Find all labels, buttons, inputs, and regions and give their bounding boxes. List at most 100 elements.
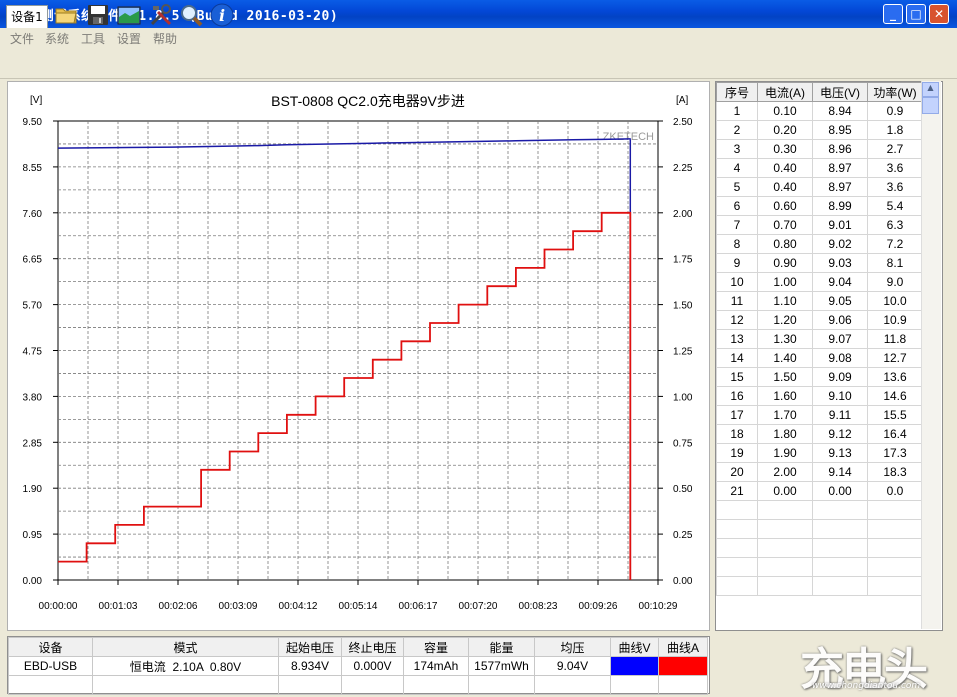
table-row[interactable]: 18 1.80 9.12 16.4 (716, 424, 923, 444)
row-power: 6.3 (867, 215, 923, 235)
y-right-tick-label: 0.50 (673, 484, 693, 495)
scroll-thumb[interactable] (922, 97, 939, 114)
row-voltage: 9.02 (812, 234, 868, 254)
row-current: 1.90 (757, 443, 813, 463)
status-header-row: 设备 模式 起始电压 终止电压 容量 能量 均压 曲线V 曲线A (8, 637, 708, 657)
menu-tools[interactable]: 工具 (81, 30, 105, 47)
folder-icon[interactable] (54, 3, 78, 27)
y-right-tick-label: 1.00 (673, 392, 693, 403)
curve-a-color-swatch[interactable] (658, 656, 708, 676)
row-index: 2 (716, 120, 758, 140)
row-voltage: 8.95 (812, 120, 868, 140)
scroll-up-arrow[interactable]: ▲ (922, 82, 939, 97)
y-left-tick-label: 1.90 (23, 484, 43, 495)
curve-v-color-swatch[interactable] (610, 656, 659, 676)
row-power: 10.9 (867, 310, 923, 330)
x-tick-label: 00:10:29 (639, 601, 678, 612)
tab-device-1[interactable]: 设备1 (6, 5, 48, 28)
row-current: 0.00 (757, 481, 813, 501)
table-row[interactable]: 8 0.80 9.02 7.2 (716, 234, 923, 254)
row-voltage: 0.00 (812, 481, 868, 501)
row-current: 2.00 (757, 462, 813, 482)
row-power: 18.3 (867, 462, 923, 482)
header-voltage[interactable]: 电压(V) (812, 82, 868, 102)
row-current: 0.40 (757, 158, 813, 178)
y-left-tick-label: 9.50 (23, 117, 43, 128)
save-icon[interactable] (86, 3, 110, 27)
x-tick-label: 00:04:12 (279, 601, 318, 612)
row-voltage: 9.12 (812, 424, 868, 444)
row-current: 0.40 (757, 177, 813, 197)
chart-icon[interactable] (117, 3, 141, 27)
voltage-current-chart[interactable]: BST-0808 QC2.0充电器9V步进 [V] [A] ZKETECH 9.50 8.… (8, 82, 709, 630)
minimize-button[interactable]: _ (883, 4, 903, 24)
row-current: 0.90 (757, 253, 813, 273)
menu-bar: 文件 系统 工具 设置 帮助 (0, 28, 957, 48)
menu-system[interactable]: 系统 (45, 30, 69, 47)
table-row[interactable]: 2 0.20 8.95 1.8 (716, 120, 923, 140)
table-row[interactable]: 19 1.90 9.13 17.3 (716, 443, 923, 463)
header-current[interactable]: 电流(A) (757, 82, 813, 102)
row-power: 16.4 (867, 424, 923, 444)
tools-icon[interactable] (149, 3, 173, 27)
row-current: 1.20 (757, 310, 813, 330)
y-right-tick-label: 1.25 (673, 347, 693, 358)
table-row[interactable]: 4 0.40 8.97 3.6 (716, 158, 923, 178)
row-index: 21 (716, 481, 758, 501)
row-current: 1.10 (757, 291, 813, 311)
row-power: 3.6 (867, 158, 923, 178)
table-row[interactable]: 12 1.20 9.06 10.9 (716, 310, 923, 330)
close-button[interactable]: ✕ (929, 4, 949, 24)
table-row[interactable]: 13 1.30 9.07 11.8 (716, 329, 923, 349)
table-row[interactable]: 16 1.60 9.10 14.6 (716, 386, 923, 406)
y-left-tick-label: 4.75 (23, 347, 43, 358)
row-power: 5.4 (867, 196, 923, 216)
row-voltage: 9.04 (812, 272, 868, 292)
row-voltage: 9.07 (812, 329, 868, 349)
menu-file[interactable]: 文件 (10, 30, 34, 47)
maximize-button[interactable]: □ (906, 4, 926, 24)
row-index: 11 (716, 291, 758, 311)
table-row-empty (716, 519, 923, 539)
table-row[interactable]: 17 1.70 9.11 15.5 (716, 405, 923, 425)
table-row[interactable]: 3 0.30 8.96 2.7 (716, 139, 923, 159)
row-current: 1.80 (757, 424, 813, 444)
status-value-row[interactable]: EBD-USB 恒电流 2.10A 0.80V 8.934V 0.000V 17… (8, 656, 708, 676)
y-right-tick-label: 1.75 (673, 255, 693, 266)
table-row[interactable]: 14 1.40 9.08 12.7 (716, 348, 923, 368)
table-row[interactable]: 1 0.10 8.94 0.9 (716, 101, 923, 121)
row-voltage: 9.03 (812, 253, 868, 273)
x-tick-label: 00:08:23 (519, 601, 558, 612)
row-voltage: 8.99 (812, 196, 868, 216)
row-voltage: 9.10 (812, 386, 868, 406)
y-right-tick-label: 2.25 (673, 163, 693, 174)
table-row[interactable]: 5 0.40 8.97 3.6 (716, 177, 923, 197)
table-row[interactable]: 15 1.50 9.09 13.6 (716, 367, 923, 387)
table-row[interactable]: 9 0.90 9.03 8.1 (716, 253, 923, 273)
table-row[interactable]: 6 0.60 8.99 5.4 (716, 196, 923, 216)
row-power: 9.0 (867, 272, 923, 292)
row-current: 1.60 (757, 386, 813, 406)
table-row[interactable]: 20 2.00 9.14 18.3 (716, 462, 923, 482)
row-index: 8 (716, 234, 758, 254)
status-energy: 1577mWh (468, 656, 535, 676)
row-index: 3 (716, 139, 758, 159)
zoom-icon[interactable] (179, 3, 203, 27)
row-voltage: 9.11 (812, 405, 868, 425)
table-row[interactable]: 11 1.10 9.05 10.0 (716, 291, 923, 311)
status-panel: 设备 模式 起始电压 终止电压 容量 能量 均压 曲线V 曲线A EBD-USB… (7, 636, 710, 695)
table-scrollbar[interactable] (921, 81, 941, 629)
row-index: 20 (716, 462, 758, 482)
menu-help[interactable]: 帮助 (153, 30, 177, 47)
table-row[interactable]: 7 0.70 9.01 6.3 (716, 215, 923, 235)
table-row[interactable]: 21 0.00 0.00 0.0 (716, 481, 923, 501)
x-tick-label: 00:07:20 (459, 601, 498, 612)
row-voltage: 9.01 (812, 215, 868, 235)
header-index[interactable]: 序号 (716, 82, 758, 102)
table-row[interactable]: 10 1.00 9.04 9.0 (716, 272, 923, 292)
info-icon[interactable]: i (210, 3, 234, 27)
menu-settings[interactable]: 设置 (117, 30, 141, 47)
header-power[interactable]: 功率(W) (867, 82, 923, 102)
row-current: 0.70 (757, 215, 813, 235)
row-current: 0.80 (757, 234, 813, 254)
